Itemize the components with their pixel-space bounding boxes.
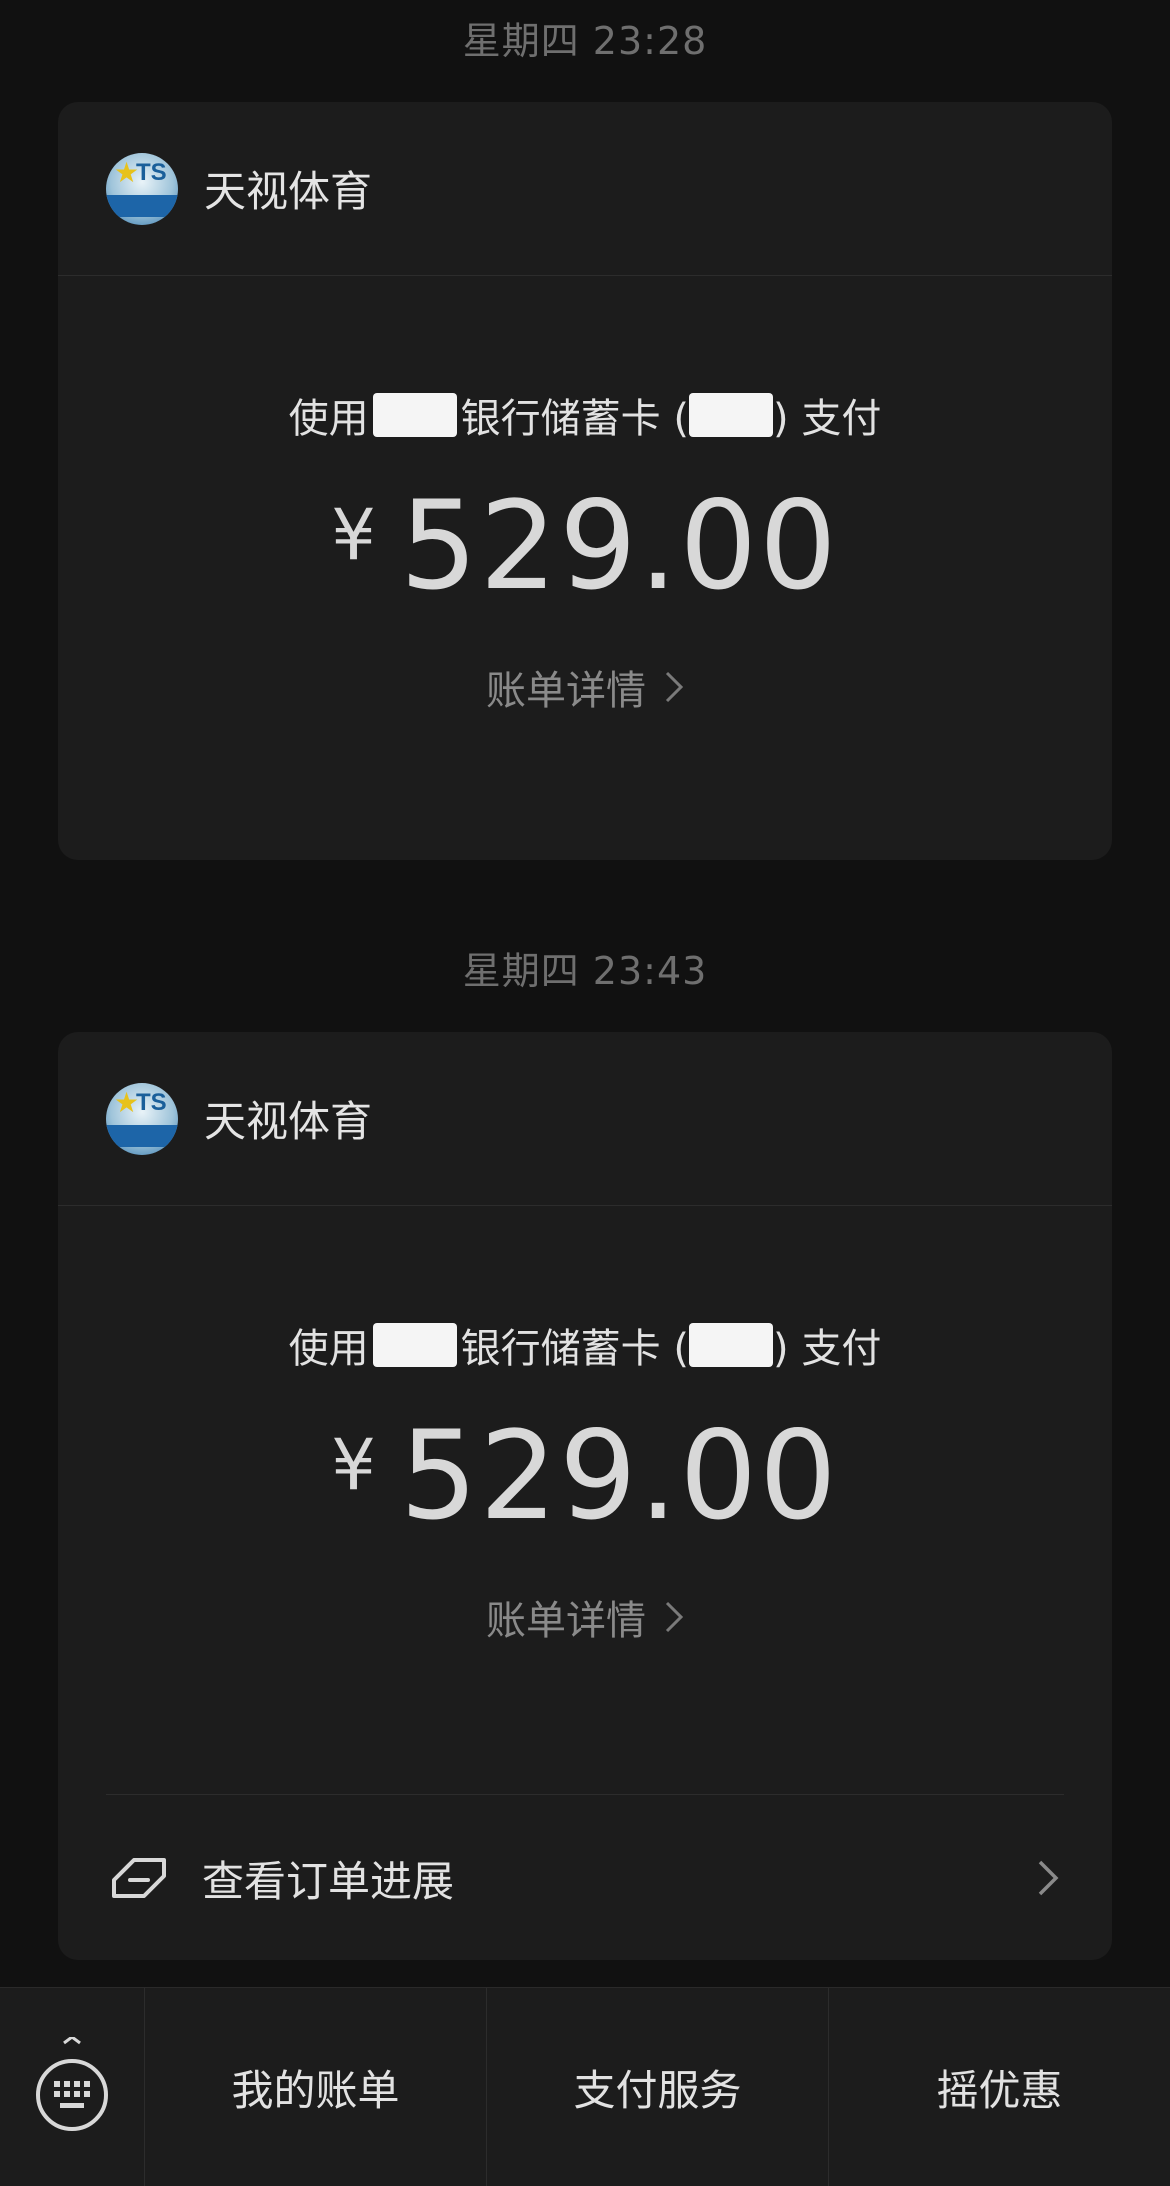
payment-prefix: 使用 [288, 396, 369, 442]
bill-details-link[interactable]: 账单详情 [486, 1588, 684, 1646]
bill-details-label: 账单详情 [486, 1598, 646, 1645]
bottom-menu-bar: 我的账单 支付服务 摇优惠 [0, 1987, 1170, 2186]
bill-details-link[interactable]: 账单详情 [486, 658, 684, 716]
amount-row: ¥ 529.00 [58, 482, 1112, 610]
payment-bank-suffix: 银行储蓄卡 ( [460, 1326, 689, 1372]
logo-text: TS [136, 1088, 167, 1116]
payment-method: 使用 银行储蓄卡 ( ) 支付 [58, 386, 1112, 444]
logo-band [106, 194, 178, 217]
logo-text: TS [136, 158, 167, 186]
merchant-name: 天视体育 [204, 167, 373, 216]
menu-shake-offers[interactable]: 摇优惠 [829, 1988, 1170, 2186]
payment-card[interactable]: ★ TS 天视体育 使用 银行储蓄卡 ( ) 支付 ¥ 529.00 账单详情 [58, 1032, 1112, 1960]
order-progress-label: 查看订单进展 [202, 1856, 455, 1906]
order-progress-row[interactable]: 查看订单进展 [58, 1795, 1112, 1960]
payment-suffix: ) 支付 [773, 396, 882, 442]
amount-row: ¥ 529.00 [58, 1412, 1112, 1540]
menu-payment-services[interactable]: 支付服务 [487, 1988, 829, 2186]
payment-bank-suffix: 银行储蓄卡 ( [460, 396, 689, 442]
currency-symbol: ¥ [331, 494, 376, 576]
keyboard-toggle[interactable] [0, 1988, 145, 2186]
payment-suffix: ) 支付 [773, 1326, 882, 1372]
redacted-card-number [689, 393, 773, 437]
card-body: 使用 银行储蓄卡 ( ) 支付 ¥ 529.00 账单详情 [58, 1316, 1112, 1646]
card-body: 使用 银行储蓄卡 ( ) 支付 ¥ 529.00 账单详情 [58, 386, 1112, 716]
timestamp: 星期四 23:43 [462, 949, 708, 993]
merchant-name: 天视体育 [204, 1097, 373, 1146]
timestamp: 星期四 23:28 [462, 19, 708, 63]
menu-my-bills[interactable]: 我的账单 [145, 1988, 487, 2186]
amount: 529.00 [399, 475, 839, 617]
card-header: ★ TS 天视体育 [58, 102, 1112, 276]
payment-card[interactable]: ★ TS 天视体育 使用 银行储蓄卡 ( ) 支付 ¥ 529.00 账单详情 [58, 102, 1112, 860]
tag-icon [112, 1858, 166, 1899]
amount: 529.00 [399, 1405, 839, 1547]
payment-method: 使用 银行储蓄卡 ( ) 支付 [58, 1316, 1112, 1374]
logo-band [106, 1124, 178, 1147]
currency-symbol: ¥ [331, 1424, 376, 1506]
payment-prefix: 使用 [288, 1326, 369, 1372]
redacted-card-number [689, 1323, 773, 1367]
merchant-logo: ★ TS [106, 152, 178, 225]
bill-details-label: 账单详情 [486, 668, 646, 715]
redacted-bank-name [372, 1323, 457, 1367]
merchant-logo: ★ TS [106, 1082, 178, 1155]
chevron-right-icon [665, 672, 684, 703]
chevron-right-icon [665, 1602, 684, 1633]
keyboard-icon [36, 2037, 108, 2131]
redacted-bank-name [372, 393, 457, 437]
chevron-right-icon [1038, 1860, 1059, 1896]
card-header: ★ TS 天视体育 [58, 1032, 1112, 1206]
